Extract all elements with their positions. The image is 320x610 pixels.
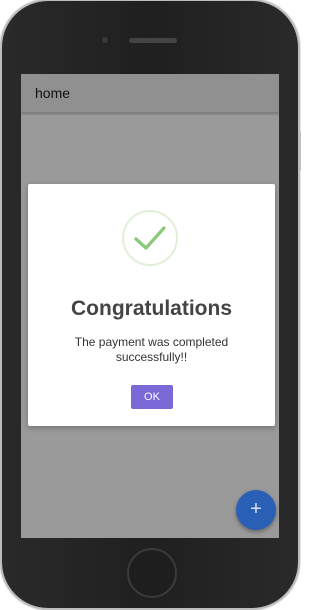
- checkmark-icon: [134, 226, 166, 250]
- app-bar: home: [21, 74, 279, 113]
- check-circle-icon: [122, 210, 178, 266]
- phone-side-button: [0, 101, 2, 123]
- success-dialog: Congratulations The payment was complete…: [28, 184, 275, 426]
- phone-frame: home Congratulations The payment was com…: [0, 1, 301, 608]
- front-camera: [102, 37, 108, 43]
- phone-volume-up-button: [0, 133, 2, 171]
- ok-button[interactable]: OK: [131, 385, 173, 409]
- earpiece-speaker: [129, 38, 177, 43]
- dialog-message: The payment was completed successfully!!: [74, 335, 229, 364]
- dialog-title: Congratulations: [71, 297, 232, 320]
- app-bar-title: home: [35, 85, 71, 101]
- plus-icon: +: [250, 498, 262, 520]
- home-button[interactable]: [127, 548, 177, 598]
- phone-screen: home Congratulations The payment was com…: [21, 74, 279, 538]
- phone-power-button: [298, 131, 301, 171]
- phone-volume-down-button: [0, 179, 2, 217]
- add-fab-button[interactable]: +: [236, 490, 276, 530]
